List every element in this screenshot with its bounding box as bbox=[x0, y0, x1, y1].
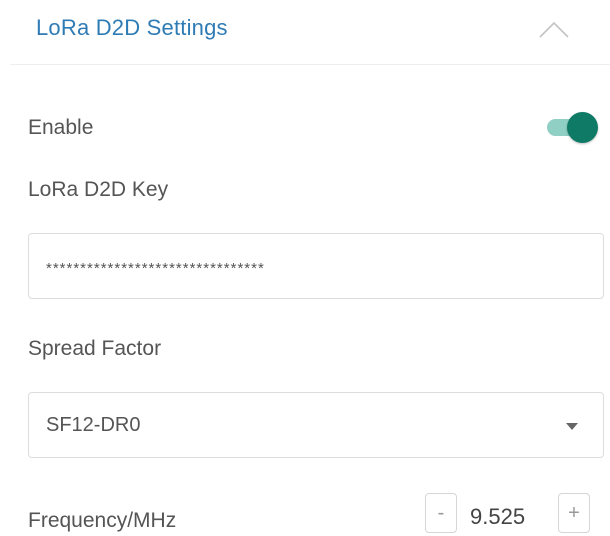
enable-toggle[interactable] bbox=[545, 111, 603, 143]
frequency-label: Frequency/MHz bbox=[28, 509, 177, 532]
d2d-key-label: LoRa D2D Key bbox=[28, 178, 169, 201]
spread-factor-label: Spread Factor bbox=[28, 337, 162, 360]
spread-factor-select[interactable]: SF12-DR0 bbox=[28, 392, 604, 458]
section-title: LoRa D2D Settings bbox=[36, 15, 228, 40]
lora-d2d-settings-screen: LoRa D2D Settings Enable LoRa D2D Key **… bbox=[0, 0, 610, 536]
enable-label: Enable bbox=[28, 116, 94, 139]
frequency-decrement-button[interactable]: - bbox=[425, 493, 457, 533]
spread-factor-value: SF12-DR0 bbox=[46, 414, 141, 436]
d2d-key-value: ******************************** bbox=[46, 260, 265, 277]
caret-down-icon bbox=[566, 423, 578, 430]
toggle-thumb bbox=[567, 112, 598, 143]
section-header[interactable]: LoRa D2D Settings bbox=[0, 0, 610, 62]
header-divider bbox=[10, 64, 610, 65]
frequency-increment-button[interactable]: + bbox=[558, 493, 590, 533]
chevron-up-icon[interactable] bbox=[537, 18, 571, 40]
frequency-value[interactable]: 9.525 bbox=[470, 504, 525, 530]
d2d-key-field[interactable]: ******************************** bbox=[28, 233, 604, 299]
